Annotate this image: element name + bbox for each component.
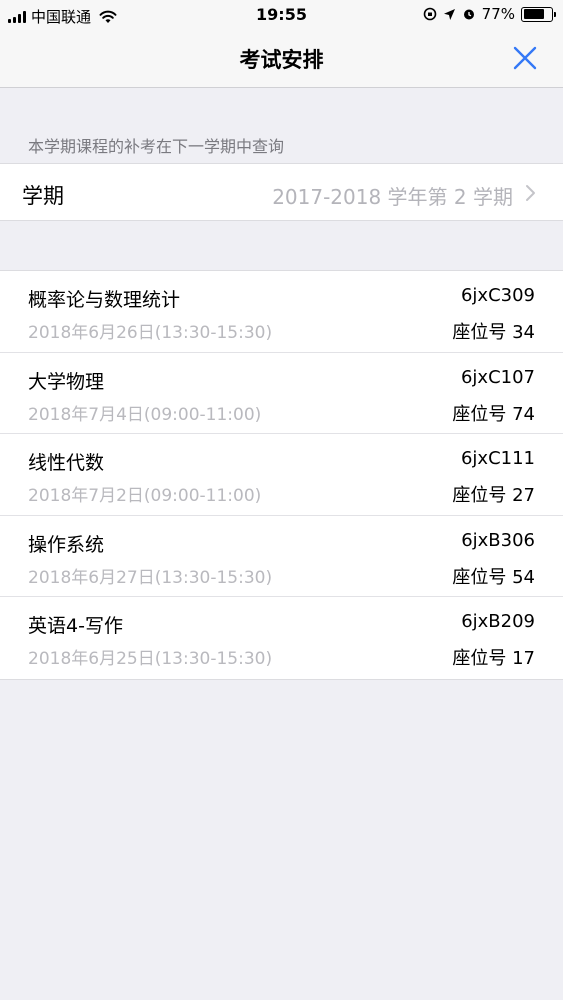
exam-room: 6jxC309 [460,285,535,306]
exam-seat: 座位号 54 [452,566,535,588]
exam-room: 6jxB209 [461,611,535,632]
exam-course-name: 操作系统 [28,533,105,556]
retake-hint: 本学期课程的补考在下一学期中查询 [28,137,285,156]
close-icon[interactable] [511,44,539,72]
alarm-icon [463,9,474,20]
exam-course-name: 线性代数 [28,452,105,474]
exam-row: 操作系统 2018年6月27日(13:30-15:30) 6jxB306 座位号… [0,516,563,597]
exam-time: 2018年6月26日(13:30-15:30) [28,323,273,343]
battery-level [523,9,545,19]
exam-seat: 座位号 74 [452,403,535,425]
exam-row: 大学物理 2018年7月4日(09:00-11:00) 6jxC107 座位号 … [0,353,563,434]
exam-time: 2018年7月4日(09:00-11:00) [28,404,262,425]
exam-course-name: 概率论与数理统计 [28,289,181,311]
exam-seat: 座位号 34 [452,322,535,343]
exam-time: 2018年6月27日(13:30-15:30) [28,567,273,588]
term-label: 学期 [22,184,64,208]
battery-icon [521,6,556,22]
location-icon [443,8,455,20]
status-bar: 中国联通 19:55 77% [0,0,563,30]
term-value: 2017-2018 学年第 2 学期 [272,185,513,209]
exam-room: 6jxC111 [460,448,535,469]
page-title: 考试安排 [239,48,324,72]
exam-list: 概率论与数理统计 2018年6月26日(13:30-15:30) 6jxC309… [0,270,563,680]
exam-row: 英语4-写作 2018年6月25日(13:30-15:30) 6jxB209 座… [0,597,563,679]
exam-row: 概率论与数理统计 2018年6月26日(13:30-15:30) 6jxC309… [0,271,563,353]
exam-time: 2018年6月25日(13:30-15:30) [28,649,273,669]
exam-course-name: 英语4-写作 [28,615,123,637]
battery-percent: 77% [481,5,515,23]
term-selector[interactable]: 学期 2017-2018 学年第 2 学期 [0,163,563,221]
exam-room: 6jxC107 [460,366,535,388]
exam-course-name: 大学物理 [28,370,105,393]
orientation-lock-icon [423,7,436,21]
exam-seat: 座位号 27 [452,485,535,506]
navigation-bar: 考试安排 [0,30,563,88]
status-right: 77% [423,5,556,23]
exam-room: 6jxB306 [461,529,535,551]
exam-row: 线性代数 2018年7月2日(09:00-11:00) 6jxC111 座位号 … [0,434,563,516]
exam-time: 2018年7月2日(09:00-11:00) [28,486,262,506]
chevron-right-icon [526,185,535,201]
exam-seat: 座位号 17 [452,648,535,669]
